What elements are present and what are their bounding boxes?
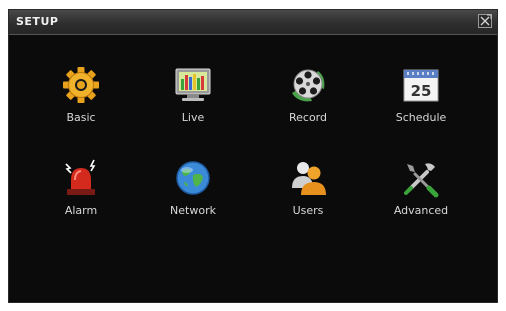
globe-icon xyxy=(176,161,210,195)
calendar-day-number: 25 xyxy=(411,82,432,100)
monitor-icon xyxy=(175,68,211,101)
menu-item-alarm[interactable]: Alarm xyxy=(31,158,131,228)
menu-item-label: Users xyxy=(292,204,324,217)
menu-item-network[interactable]: Network xyxy=(143,158,243,228)
users-icon xyxy=(292,162,326,195)
menu-item-label: Schedule xyxy=(395,111,447,124)
menu-item-record[interactable]: Record xyxy=(258,65,358,135)
menu-item-label: Network xyxy=(170,204,216,217)
menu-item-label: Basic xyxy=(66,111,96,124)
menu-item-users[interactable]: Users xyxy=(258,158,358,228)
setup-window: SETUP Basic Live Record 25 Schedule Alar… xyxy=(8,9,498,303)
menu-item-basic[interactable]: Basic xyxy=(31,65,131,135)
film-reel-icon xyxy=(292,69,325,102)
alarm-siren-icon xyxy=(65,159,96,195)
menu-item-label: Alarm xyxy=(64,204,98,217)
close-window-icon[interactable] xyxy=(478,14,492,28)
gear-icon xyxy=(63,67,99,103)
menu-item-advanced[interactable]: Advanced xyxy=(371,158,471,228)
window-title: SETUP xyxy=(16,15,59,28)
tools-icon xyxy=(404,163,439,198)
calendar-icon: 25 xyxy=(403,69,439,102)
menu-item-label: Advanced xyxy=(393,204,449,217)
menu-item-label: Live xyxy=(181,111,205,124)
menu-item-schedule[interactable]: 25 Schedule xyxy=(371,65,471,135)
title-bar: SETUP xyxy=(9,10,497,35)
menu-item-label: Record xyxy=(288,111,327,124)
menu-item-live[interactable]: Live xyxy=(143,65,243,135)
